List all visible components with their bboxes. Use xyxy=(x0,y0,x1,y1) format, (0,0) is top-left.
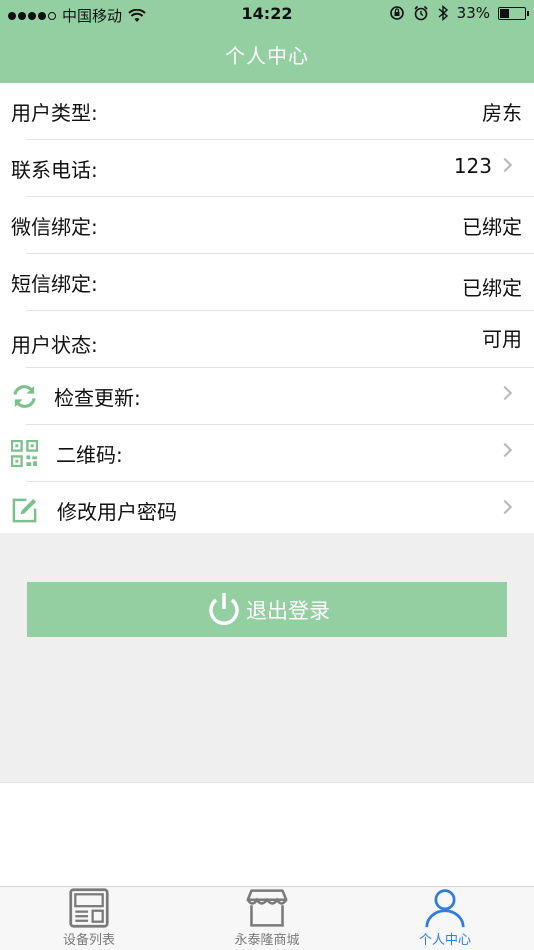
chevron-right-icon xyxy=(497,157,513,173)
row-phone[interactable]: 联系电话: 123 xyxy=(0,140,534,197)
qr-code-icon xyxy=(11,440,38,467)
edit-icon xyxy=(12,498,37,523)
sms-binding-label: 短信绑定: xyxy=(11,272,98,296)
change-password-label: 修改用户密码 xyxy=(57,500,177,524)
user-status-value: 可用 xyxy=(482,327,522,351)
status-bar: 中国移动 14:22 33% xyxy=(0,0,534,28)
row-wechat-binding: 微信绑定: 已绑定 xyxy=(0,197,534,254)
logout-button[interactable]: 退出登录 xyxy=(27,582,507,637)
qr-code-label: 二维码: xyxy=(56,443,123,467)
logout-panel: 退出登录 xyxy=(0,533,534,783)
wechat-binding-label: 微信绑定: xyxy=(11,215,98,239)
power-icon xyxy=(209,592,239,625)
row-sms-binding: 短信绑定: 已绑定 xyxy=(0,254,534,311)
tab-device-list[interactable]: 设备列表 xyxy=(0,887,178,950)
chevron-right-icon xyxy=(497,442,513,458)
tab-store-label: 永泰隆商城 xyxy=(234,933,300,948)
tab-personal-center[interactable]: 个人中心 xyxy=(356,887,534,950)
status-right-group: 33% xyxy=(389,4,529,22)
battery-icon xyxy=(498,6,529,20)
sms-binding-value: 已绑定 xyxy=(462,276,522,300)
user-type-label: 用户类型: xyxy=(11,101,98,125)
tab-personal-center-label: 个人中心 xyxy=(418,933,471,948)
page-title: 个人中心 xyxy=(225,44,309,68)
row-qr-code[interactable]: 二维码: xyxy=(0,425,534,482)
profile-list: 用户类型: 房东 联系电话: 123 微信绑定: 已绑定 短信绑定: 已绑定 用… xyxy=(0,83,534,539)
store-icon xyxy=(246,889,288,927)
tab-bar: 设备列表 永泰隆商城 个人中心 xyxy=(0,886,534,950)
battery-percent: 33% xyxy=(456,4,490,22)
row-user-status: 用户状态: 可用 xyxy=(0,311,534,368)
row-user-type: 用户类型: 房东 xyxy=(0,83,534,140)
chevron-right-icon xyxy=(497,499,513,515)
tab-store[interactable]: 永泰隆商城 xyxy=(178,887,356,950)
check-update-label: 检查更新: xyxy=(54,386,141,410)
orientation-lock-icon xyxy=(389,6,404,20)
phone-value: 123 xyxy=(453,154,492,178)
logout-label: 退出登录 xyxy=(246,598,330,623)
phone-label: 联系电话: xyxy=(11,158,98,182)
row-change-password[interactable]: 修改用户密码 xyxy=(0,482,534,539)
refresh-icon xyxy=(13,385,36,408)
header-bar: 中国移动 14:22 33% 个人中心 xyxy=(0,0,534,83)
alarm-icon xyxy=(414,5,428,21)
wechat-binding-value: 已绑定 xyxy=(462,215,522,239)
user-status-label: 用户状态: xyxy=(11,333,98,357)
user-type-value: 房东 xyxy=(482,101,522,125)
person-icon xyxy=(425,889,465,928)
bluetooth-icon xyxy=(438,5,448,21)
row-check-update[interactable]: 检查更新: xyxy=(0,368,534,425)
chevron-right-icon xyxy=(497,385,513,401)
tab-device-list-label: 设备列表 xyxy=(62,933,115,948)
device-list-icon xyxy=(69,888,109,928)
